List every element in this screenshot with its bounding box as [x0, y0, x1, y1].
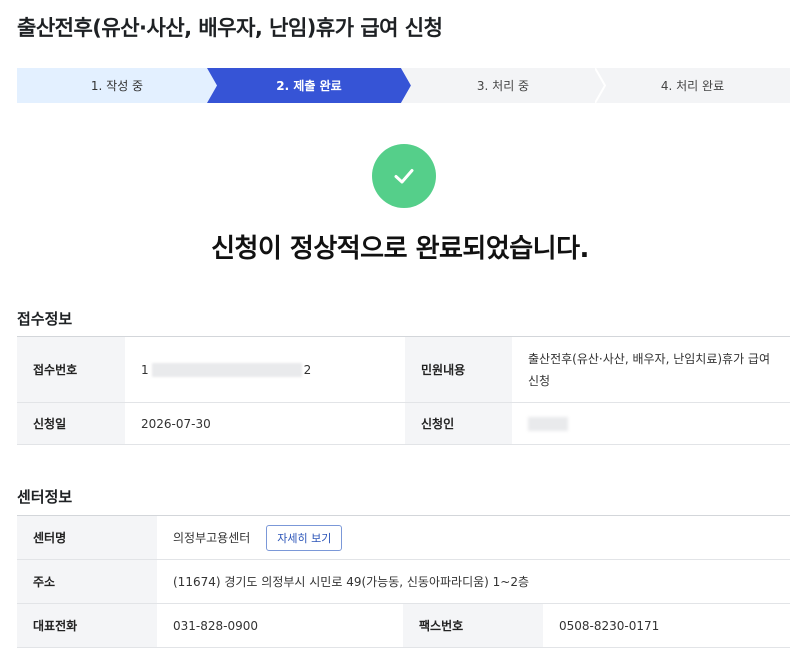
- table-row: 신청일 2026-07-30 신청인: [17, 403, 790, 445]
- table-row: 주소 (11674) 경기도 의정부시 시민로 49(가능동, 신동아파라디움)…: [17, 560, 790, 604]
- receipt-table: 접수번호 1 2 민원내용 출산전후(유산·사산, 배우자, 난임치료)휴가 급…: [17, 336, 790, 445]
- step-writing: 1. 작성 중: [17, 68, 217, 103]
- civil-label: 민원내용: [405, 337, 512, 402]
- center-section-title: 센터정보: [17, 488, 73, 506]
- page-title: 출산전후(유산·사산, 배우자, 난임)휴가 급여 신청: [17, 16, 443, 40]
- success-check-icon: [372, 144, 436, 208]
- redacted-block: [151, 362, 302, 377]
- step-submitted: 2. 제출 완료: [207, 68, 411, 103]
- table-row: 센터명 의정부고용센터 자세히 보기: [17, 516, 790, 560]
- completion-message: 신청이 정상적으로 완료되었습니다.: [211, 234, 589, 264]
- center-name-label: 센터명: [17, 516, 157, 559]
- detail-view-button[interactable]: 자세히 보기: [266, 524, 343, 551]
- center-name-cell: 의정부고용센터 자세히 보기: [157, 516, 790, 559]
- receipt-no-suffix: 2: [303, 362, 312, 377]
- applicant-value: [512, 403, 790, 444]
- address-label: 주소: [17, 560, 157, 603]
- step-label: 4. 처리 완료: [660, 79, 725, 93]
- step-completed: 4. 처리 완료: [595, 68, 790, 103]
- receipt-section-title: 접수정보: [17, 310, 73, 328]
- step-label: 2. 제출 완료: [276, 79, 342, 93]
- center-name-value: 의정부고용센터: [173, 531, 251, 545]
- date-label: 신청일: [17, 403, 125, 444]
- fax-label: 팩스번호: [403, 604, 543, 647]
- step-divider: [595, 68, 607, 103]
- step-processing: 3. 처리 중: [401, 68, 605, 103]
- date-value: 2026-07-30: [141, 416, 211, 431]
- progress-stepper: 1. 작성 중 2. 제출 완료 3. 처리 중 4. 처리 완료: [17, 68, 790, 103]
- receipt-no-label: 접수번호: [17, 337, 125, 402]
- fax-value: 0508-8230-0171: [559, 618, 660, 633]
- table-row: 대표전화 031-828-0900 팩스번호 0508-8230-0171: [17, 604, 790, 648]
- center-table: 센터명 의정부고용센터 자세히 보기 주소 (11674) 경기도 의정부시 시…: [17, 515, 790, 648]
- step-label: 3. 처리 중: [476, 79, 530, 93]
- receipt-no-value: 1 2: [125, 337, 405, 402]
- applicant-label: 신청인: [405, 403, 512, 444]
- step-label: 1. 작성 중: [90, 79, 144, 93]
- receipt-no-prefix: 1: [141, 362, 149, 377]
- redacted-block: [528, 416, 568, 431]
- address-value: (11674) 경기도 의정부시 시민로 49(가능동, 신동아파라디움) 1~…: [173, 575, 530, 589]
- phone-value: 031-828-0900: [173, 618, 259, 633]
- phone-label: 대표전화: [17, 604, 157, 647]
- civil-value: 출산전후(유산·사산, 배우자, 난임치료)휴가 급여 신청: [528, 351, 771, 388]
- table-row: 접수번호 1 2 민원내용 출산전후(유산·사산, 배우자, 난임치료)휴가 급…: [17, 337, 790, 403]
